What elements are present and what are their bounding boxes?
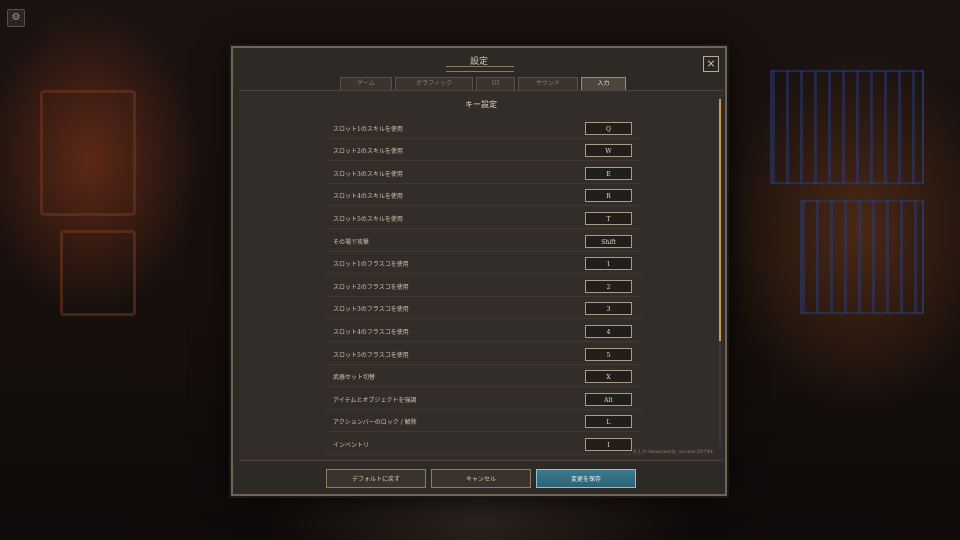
tab-input[interactable]: 入力 xyxy=(581,77,626,90)
keybind-row: アイテムとオブジェクトを強調 Alt xyxy=(325,391,643,410)
keybind-label: スロット1のスキルを使用 xyxy=(333,126,403,133)
tab-graphics[interactable]: グラフィック xyxy=(395,77,473,90)
keybind-label: スロット2のフラスコを使用 xyxy=(333,284,409,291)
keybind-label: スロット5のフラスコを使用 xyxy=(333,352,409,359)
keybind-label: インベントリ xyxy=(333,442,370,449)
tab-game[interactable]: ゲーム xyxy=(340,77,392,90)
background-cage xyxy=(770,70,924,184)
keybind-row: スロット5のスキルを使用 T xyxy=(325,210,643,229)
keybind-label: スロット4のスキルを使用 xyxy=(333,193,403,200)
keybind-button[interactable]: I xyxy=(585,438,632,451)
keybind-label: スロット3のスキルを使用 xyxy=(333,171,403,178)
keybind-row: スロット2のフラスコを使用 2 xyxy=(325,278,643,297)
keybind-row: 武器セット切替 X xyxy=(325,368,643,387)
keybind-button[interactable]: T xyxy=(585,212,632,225)
keybind-label: スロット4のフラスコを使用 xyxy=(333,329,409,336)
keybind-label: その場で攻撃 xyxy=(333,239,370,246)
scrollbar-track[interactable] xyxy=(719,341,721,445)
keybind-label: スロット5のスキルを使用 xyxy=(333,216,403,223)
settings-tabs: ゲーム グラフィック UI サウンド 入力 xyxy=(340,77,626,90)
settings-content: キー設定 スロット1のスキルを使用 Q スロット2のスキルを使用 W スロット3… xyxy=(239,90,723,461)
background-crate xyxy=(60,230,136,316)
version-text: 0.1.0-/main/early_access.50744 xyxy=(633,449,713,455)
keybind-button[interactable]: W xyxy=(585,144,632,157)
keybind-row: スロット3のフラスコを使用 3 xyxy=(325,300,643,319)
keybind-button[interactable]: Q xyxy=(585,122,632,135)
keybind-button[interactable]: Alt xyxy=(585,393,632,406)
background-crate xyxy=(40,90,136,216)
keybind-row: インベントリ I xyxy=(325,436,643,455)
keybind-row: スロット1のスキルを使用 Q xyxy=(325,120,643,139)
tab-ui[interactable]: UI xyxy=(476,77,515,90)
close-icon[interactable]: × xyxy=(703,56,719,72)
keybind-row: スロット1のフラスコを使用 1 xyxy=(325,255,643,274)
keybind-label: スロット3のフラスコを使用 xyxy=(333,306,409,313)
keybind-button[interactable]: R xyxy=(585,189,632,202)
keybind-button[interactable]: 1 xyxy=(585,257,632,270)
keybind-row: スロット2のスキルを使用 W xyxy=(325,142,643,161)
background-cage xyxy=(800,200,924,314)
scrollbar-thumb[interactable] xyxy=(719,99,721,341)
tab-sound[interactable]: サウンド xyxy=(518,77,578,90)
keybind-button[interactable]: X xyxy=(585,370,632,383)
keybind-label: アイテムとオブジェクトを強調 xyxy=(333,397,417,404)
save-changes-button[interactable]: 変更を保存 xyxy=(536,469,636,488)
keybind-button[interactable]: 5 xyxy=(585,348,632,361)
keybind-button[interactable]: L xyxy=(585,415,632,428)
reset-defaults-button[interactable]: デフォルトに戻す xyxy=(326,469,426,488)
keybind-label: スロット2のスキルを使用 xyxy=(333,148,403,155)
keybind-button[interactable]: 3 xyxy=(585,302,632,315)
keybind-row: スロット4のスキルを使用 R xyxy=(325,187,643,206)
keybind-row: スロット3のスキルを使用 E xyxy=(325,165,643,184)
keybind-label: 武器セット切替 xyxy=(333,374,376,381)
keybind-label: スロット1のフラスコを使用 xyxy=(333,261,409,268)
keybind-row: アクションバーのロック / 解除 L xyxy=(325,413,643,432)
keybind-button[interactable]: 4 xyxy=(585,325,632,338)
keybind-row: その場で攻撃 Shift xyxy=(325,233,643,252)
keybind-button[interactable]: 2 xyxy=(585,280,632,293)
keybind-row: スロット4のフラスコを使用 4 xyxy=(325,323,643,342)
title-ornament xyxy=(446,66,514,72)
cancel-button[interactable]: キャンセル xyxy=(431,469,531,488)
keybind-label: アクションバーのロック / 解除 xyxy=(333,419,417,426)
keybind-button[interactable]: E xyxy=(585,167,632,180)
keybind-row: スロット5のフラスコを使用 5 xyxy=(325,346,643,365)
keybind-button[interactable]: Shift xyxy=(585,235,632,248)
section-title: キー設定 xyxy=(465,100,497,109)
settings-dialog: 設定 × ゲーム グラフィック UI サウンド 入力 キー設定 スロット1のスキ… xyxy=(231,46,727,496)
gear-icon[interactable]: ⚙ xyxy=(7,9,25,27)
